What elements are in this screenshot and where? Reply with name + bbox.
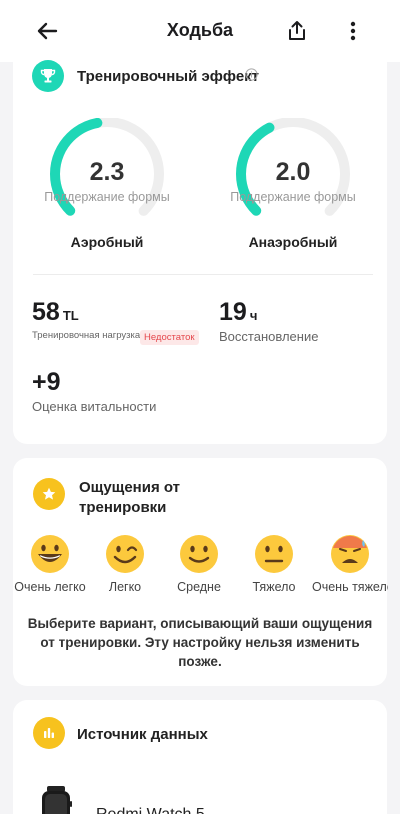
vitality-value: +9 [32,368,61,396]
feeling-option-label: Очень легко [14,580,86,594]
feeling-hint-text: Выберите вариант, описывающий ваши ощуще… [27,616,373,669]
feeling-option-medium[interactable]: Средне [161,534,237,594]
aerobic-status: Поддержание формы [44,190,170,204]
feeling-option-very-hard[interactable]: Очень тяжело [312,534,388,594]
anaerobic-gauge: 2.0 Поддержание формы [223,116,363,231]
recovery-unit: ч [249,308,258,323]
training-load-value: 58 TL [32,298,79,327]
share-button[interactable] [275,9,319,53]
anaerobic-value: 2.0 [275,158,311,186]
anaerobic-label: Анаэробный [248,234,338,250]
aerobic-gauge: 2.3 Поддержание формы [37,116,177,231]
top-app-bar: Ходьба [0,0,400,62]
recovery-value: 19 ч [219,298,257,327]
aerobic-value: 2.3 [89,158,125,186]
device-name: Redmi Watch 5 [96,806,205,814]
feeling-option-label: Средне [177,580,221,594]
data-source-card: Источник данных Redmi Watch 5 [13,700,387,814]
neutral-face-icon [255,535,293,573]
recovery-label: Восстановление [219,329,319,344]
more-options-button[interactable] [331,9,375,53]
training-load-number: 58 [32,298,60,326]
anaerobic-status: Поддержание формы [230,190,356,204]
trophy-icon [32,60,64,92]
more-vertical-icon [350,21,356,41]
exhausted-face-icon [331,535,369,573]
feeling-option-hard[interactable]: Тяжело [236,534,312,594]
feeling-option-label: Тяжело [252,580,296,594]
workout-feeling-title-line1: Ощущения от [79,479,181,496]
training-load-unit: TL [62,308,79,323]
training-effect-card: Тренировочный эффект 2.3 Поддержание фор… [13,56,387,444]
vitality-label: Оценка витальности [32,399,157,414]
recovery-number: 19 [219,298,247,326]
bar-chart-icon [33,717,65,749]
feeling-option-easy[interactable]: Легко [87,534,163,594]
star-icon [33,478,65,510]
device-item[interactable]: Redmi Watch 5 [37,786,367,814]
training-effect-title: Тренировочный эффект [77,68,260,85]
feeling-option-label: Очень тяжело [312,580,388,594]
training-load-label: Тренировочная нагрузка [32,330,141,341]
workout-feeling-title: Ощущения от тренировки [79,478,180,518]
share-icon [289,21,305,40]
workout-feeling-title-line2: тренировки [79,499,167,516]
info-icon[interactable] [245,68,258,86]
aerobic-label: Аэробный [70,234,144,250]
smiling-face-icon [180,535,218,573]
grinning-face-icon [31,535,69,573]
divider [33,274,373,275]
workout-feeling-card: Ощущения от тренировки Очень легко Легко [12,458,388,686]
feeling-option-label: Легко [108,580,142,594]
smartwatch-icon [42,786,72,814]
winking-face-icon [106,535,144,573]
status-badge: Недостаток [140,330,199,345]
feeling-option-very-easy[interactable]: Очень легко [12,534,88,594]
data-source-title: Источник данных [77,726,208,743]
